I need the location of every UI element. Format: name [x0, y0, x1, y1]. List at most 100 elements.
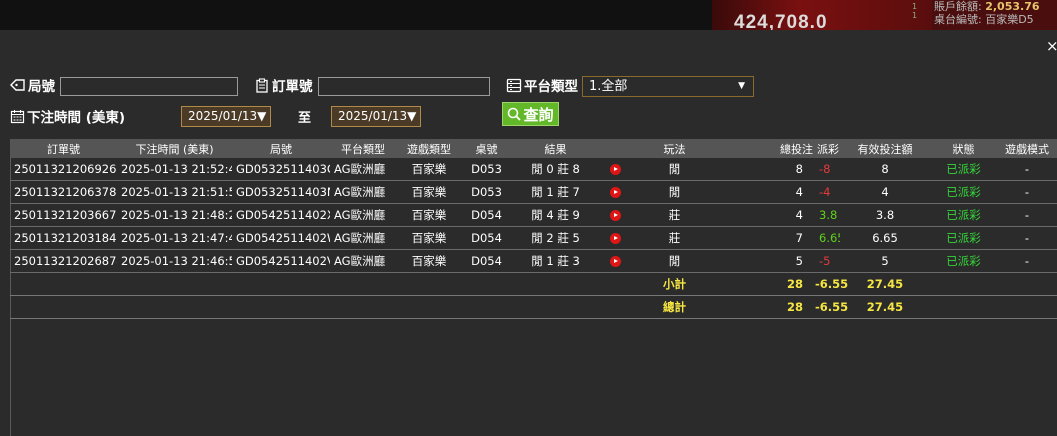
round-input[interactable] [60, 77, 238, 96]
cell-status: 已派彩 [930, 203, 997, 227]
cell-round: GD0542511402W [232, 226, 330, 250]
server-icon [506, 78, 522, 92]
table-header-row: 訂單號 下注時間 (美東) 局號 平台類型 遊戲類型 桌號 結果 玩法 總投注 … [10, 139, 1057, 158]
platform-selected: 1.全部 [589, 79, 628, 94]
cell-table: D054 [462, 249, 511, 273]
tag-icon [10, 79, 25, 91]
total-payout: -6.55 [815, 295, 848, 319]
cell-valid: 8 [840, 158, 930, 181]
header-time: 下注時間 (美東) [135, 142, 214, 156]
play-video-icon[interactable] [609, 187, 621, 198]
play-video-icon[interactable] [609, 164, 621, 175]
header-result: 結果 [544, 142, 567, 156]
time-label: 下注時間 (美東) [27, 110, 126, 126]
total-row: 總計 28 -6.55 27.45 [10, 295, 1057, 319]
cell-result: 閒 1 莊 7 [511, 180, 600, 204]
cell-video [600, 249, 630, 273]
cell-result: 閒 1 莊 3 [511, 249, 600, 273]
total-label: 總計 [630, 295, 719, 319]
cell-time: 2025-01-13 21:52:43 [117, 158, 232, 181]
date-from-picker[interactable]: 2025/01/13▼ [181, 106, 271, 127]
cell-time: 2025-01-13 21:46:57 [117, 249, 232, 273]
cell-play: 莊 [630, 226, 719, 250]
game-background: 424,708.0 [712, 0, 932, 30]
summary-spacer [10, 295, 630, 319]
header-round: 局號 [270, 142, 292, 156]
cell-order: 250113212026874 [10, 249, 117, 273]
cell-payout: -5 [815, 249, 840, 273]
top-strip: 424,708.0 1 1 賬戶餘額: 2,053.76 桌台編號: 百家樂D5 [0, 0, 1057, 30]
platform-select[interactable]: 1.全部 ▼ [582, 76, 754, 97]
search-button[interactable]: 查詢 [502, 102, 559, 126]
play-video-icon[interactable] [609, 256, 621, 267]
order-label: 訂單號 [272, 79, 313, 95]
game-score: 424,708.0 [734, 12, 828, 30]
cell-play: 閒 [630, 158, 719, 181]
side-line: 1 [912, 11, 918, 20]
order-input[interactable] [318, 77, 490, 96]
header-mode: 遊戲模式 [1005, 142, 1049, 156]
header-game: 遊戲類型 [407, 142, 451, 156]
cell-platform: AG歐洲廳 [330, 180, 396, 204]
round-label: 局號 [28, 79, 55, 95]
play-video-icon[interactable] [609, 233, 621, 244]
subtotal-valid: 27.45 [840, 272, 930, 296]
header-play: 玩法 [663, 142, 686, 156]
cell-game: 百家樂 [396, 203, 462, 227]
cell-result: 閒 0 莊 8 [511, 158, 600, 181]
cell-round: GD0532511403O [232, 158, 330, 181]
cell-status: 已派彩 [930, 158, 997, 181]
platform-label-group: 平台類型 [506, 75, 578, 95]
table-row[interactable]: 250113212063788 2025-01-13 21:51:59 GD0532… [10, 180, 1057, 204]
to-label: 至 [298, 111, 312, 126]
header-bet: 總投注 [780, 142, 813, 156]
cell-round: GD0542511402V [232, 249, 330, 273]
cell-bet: 4 [719, 180, 815, 204]
cell-order: 250113212069268 [10, 158, 117, 181]
cell-game: 百家樂 [396, 226, 462, 250]
cell-valid: 3.8 [840, 203, 930, 227]
cell-play: 莊 [630, 203, 719, 227]
time-label-group: 下注時間 (美東) [10, 106, 125, 126]
summary-spacer-right [930, 272, 1057, 296]
close-button[interactable]: × [1046, 37, 1057, 55]
cell-mode: - [997, 158, 1057, 181]
table-row[interactable]: 250113212036673 2025-01-13 21:48:23 GD0542… [10, 203, 1057, 227]
cell-video [600, 180, 630, 204]
cell-result: 閒 4 莊 9 [511, 203, 600, 227]
cell-status: 已派彩 [930, 249, 997, 273]
date-to-picker[interactable]: 2025/01/13▼ [331, 106, 421, 127]
cell-game: 百家樂 [396, 180, 462, 204]
header-table: 桌號 [475, 142, 498, 156]
cell-game: 百家樂 [396, 158, 462, 181]
cell-payout: 3.8 [815, 203, 840, 227]
cell-bet: 5 [719, 249, 815, 273]
order-label-group: 訂單號 [254, 75, 313, 95]
platform-label: 平台類型 [524, 79, 578, 95]
table-row[interactable]: 250113212031840 2025-01-13 21:47:41 GD0542… [10, 226, 1057, 250]
search-label: 查詢 [523, 105, 554, 124]
cell-platform: AG歐洲廳 [330, 158, 396, 181]
table-number-line: 桌台編號: 百家樂D5 [934, 13, 1034, 26]
summary-spacer-right [930, 295, 1057, 319]
cell-table: D054 [462, 203, 511, 227]
cell-order: 250113212036673 [10, 203, 117, 227]
cell-payout: -8 [815, 158, 840, 181]
cell-valid: 6.65 [840, 226, 930, 250]
account-balance: 2,053.76 [985, 0, 1040, 13]
cell-bet: 8 [719, 158, 815, 181]
total-bet: 28 [719, 295, 815, 319]
cell-mode: - [997, 180, 1057, 204]
subtotal-payout: -6.55 [815, 272, 848, 296]
cell-result: 閒 2 莊 5 [511, 226, 600, 250]
table-row[interactable]: 250113212069268 2025-01-13 21:52:43 GD0532… [10, 158, 1057, 181]
play-video-icon[interactable] [609, 210, 621, 221]
table-row[interactable]: 250113212026874 2025-01-13 21:46:57 GD0542… [10, 249, 1057, 273]
cell-status: 已派彩 [930, 180, 997, 204]
cell-order: 250113212031840 [10, 226, 117, 250]
header-video [600, 139, 630, 158]
chevron-down-icon: ▼ [738, 81, 745, 91]
account-info: 賬戶餘額: 2,053.76 桌台編號: 百家樂D5 [932, 0, 1057, 30]
cell-time: 2025-01-13 21:51:59 [117, 180, 232, 204]
header-valid: 有效投注額 [857, 142, 913, 156]
